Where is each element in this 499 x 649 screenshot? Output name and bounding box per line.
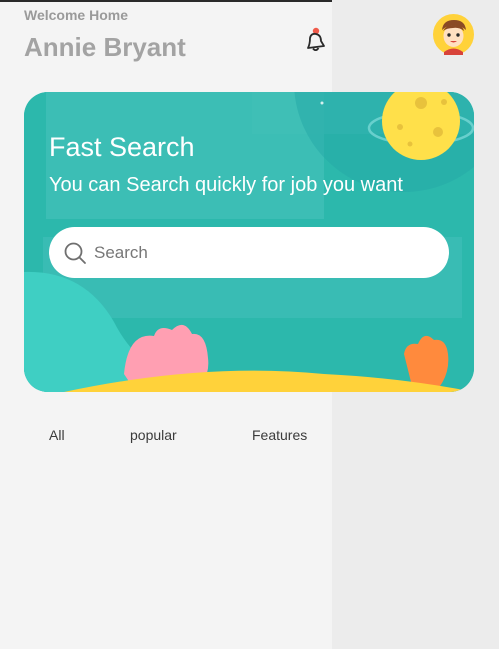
search-icon (64, 242, 86, 264)
avatar[interactable] (433, 14, 474, 55)
hero-title: Fast Search (49, 132, 195, 162)
search-box[interactable] (49, 227, 449, 278)
user-name: Annie Bryant (24, 32, 186, 62)
bell-icon[interactable] (302, 26, 328, 54)
tab-features[interactable]: Features (252, 427, 307, 443)
tab-popular[interactable]: popular (130, 427, 177, 443)
hero-banner: Fast Search You can Search quickly for j… (24, 92, 474, 392)
welcome-text: Welcome Home (24, 7, 128, 23)
tab-all[interactable]: All (49, 427, 65, 443)
hero-subtitle: You can Search quickly for job you want (49, 174, 403, 196)
search-input[interactable] (94, 227, 434, 278)
